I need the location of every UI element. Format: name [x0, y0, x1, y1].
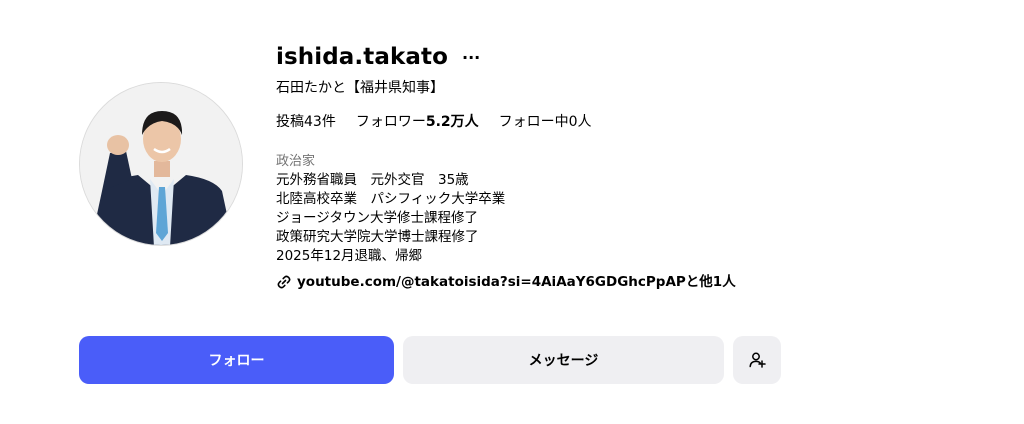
profile-info: ishida.takato ... 石田たかと【福井県知事】 投稿43件 フォロ…: [276, 40, 996, 292]
posts-label: 投稿: [276, 114, 304, 130]
following-stat[interactable]: フォロー中0人: [499, 112, 592, 132]
bio-line: 北陸高校卒業 パシフィック大学卒業: [276, 191, 506, 207]
add-person-icon: [749, 352, 766, 368]
following-label: フォロー中: [498, 114, 569, 130]
avatar-portrait: [80, 83, 242, 245]
more-options-icon[interactable]: ...: [462, 46, 480, 68]
posts-count: 43件: [304, 114, 336, 130]
profile-link[interactable]: youtube.com/@takatoisida?si=4AiAaY6GDGhc…: [276, 272, 996, 292]
link-icon: [276, 274, 292, 290]
profile-stats: 投稿43件 フォロワー5.2万人 フォロー中0人: [276, 112, 996, 132]
profile-page: ishida.takato ... 石田たかと【福井県知事】 投稿43件 フォロ…: [0, 0, 1024, 424]
followers-stat[interactable]: フォロワー5.2万人: [356, 112, 479, 132]
profile-bio: 元外務省職員 元外交官 35歳 北陸高校卒業 パシフィック大学卒業 ジョージタウ…: [276, 171, 996, 266]
suggested-users-button[interactable]: [733, 336, 781, 384]
bio-line: 政策研究大学院大学博士課程修了: [276, 229, 479, 245]
bio-line: 2025年12月退職、帰郷: [276, 248, 423, 264]
message-button[interactable]: メッセージ: [403, 336, 724, 384]
following-count: 0人: [568, 114, 592, 130]
profile-avatar[interactable]: [79, 82, 243, 246]
full-name: 石田たかと【福井県知事】: [276, 80, 444, 96]
link-text: youtube.com/@takatoisida?si=4AiAaY6GDGhc…: [297, 274, 736, 290]
username: ishida.takato: [276, 44, 448, 70]
follow-button[interactable]: フォロー: [79, 336, 394, 384]
bio-line: ジョージタウン大学修士課程修了: [276, 210, 478, 226]
followers-label: フォロワー: [355, 114, 426, 130]
profile-actions: フォロー メッセージ: [79, 336, 781, 384]
followers-count: 5.2万人: [425, 114, 479, 130]
bio-line: 元外務省職員 元外交官 35歳: [276, 172, 469, 188]
username-row: ishida.takato ...: [276, 40, 996, 74]
profile-category: 政治家: [276, 154, 316, 169]
posts-stat: 投稿43件: [276, 112, 336, 132]
